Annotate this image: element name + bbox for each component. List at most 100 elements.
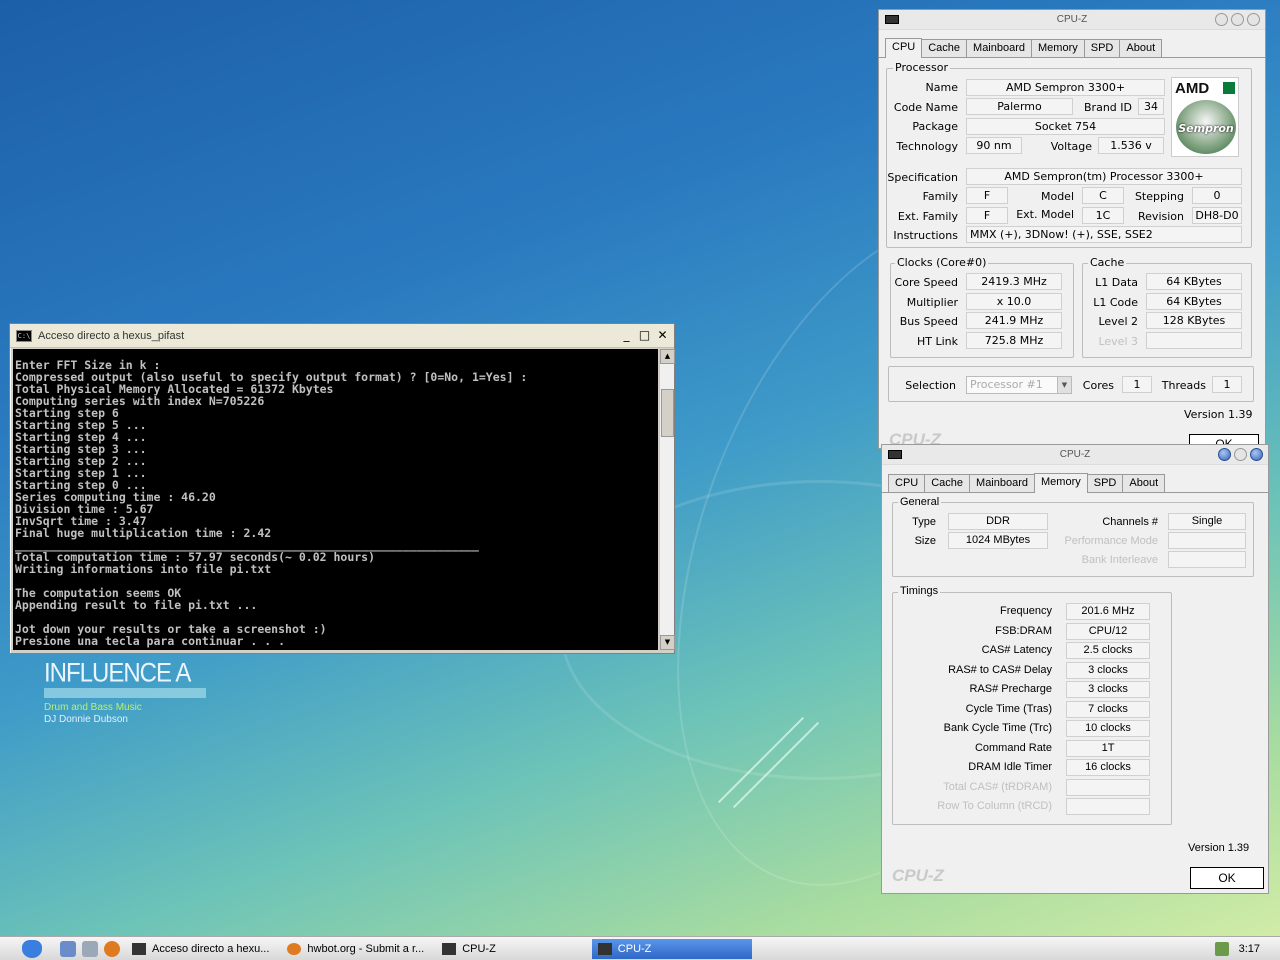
tab-cache[interactable]: Cache <box>921 39 968 57</box>
explorer-icon[interactable] <box>82 940 98 957</box>
wallpaper-subtitle: Drum and Bass Music <box>44 702 142 713</box>
tab-about[interactable]: About <box>1119 39 1163 57</box>
threads-value: 1 <box>1212 376 1242 393</box>
tab-cpu[interactable]: CPU <box>885 38 923 58</box>
cpuz-titlebar[interactable]: CPU-Z <box>882 445 1268 465</box>
console-icon[interactable]: C:\ <box>16 329 32 342</box>
timing-value: 1T <box>1066 739 1150 757</box>
scroll-up-arrow-icon[interactable]: ▲ <box>660 349 675 364</box>
timing-value: 2.5 clocks <box>1066 642 1150 659</box>
tab-about[interactable]: About <box>1122 474 1166 492</box>
minimize-button[interactable] <box>1218 448 1231 461</box>
close-button[interactable] <box>1247 13 1260 26</box>
close-button[interactable] <box>1250 448 1263 461</box>
taskbar: Acceso directo a hexu... hwbot.org - Sub… <box>0 936 1280 960</box>
codename-label: Code Name <box>893 101 958 114</box>
specification-label: Specification <box>887 171 958 184</box>
maximize-button[interactable]: □ <box>637 329 652 343</box>
tab-bar: CPU Cache Mainboard Memory SPD About <box>882 465 1268 493</box>
wallpaper-credit: DJ Donnie Dubson <box>44 714 128 725</box>
channels-label: Channels # <box>1102 516 1158 528</box>
clock[interactable]: 3:17 <box>1239 943 1260 955</box>
cpuz-icon <box>597 942 612 955</box>
performance-mode-value <box>1168 532 1246 549</box>
memory-type-label: Type <box>912 516 936 528</box>
multiplier-value: x 10.0 <box>966 293 1062 310</box>
ok-button[interactable]: OK <box>1190 867 1264 889</box>
model-label: Model <box>1040 190 1074 203</box>
ext-model-value: 1C <box>1082 207 1124 224</box>
multiplier-label: Multiplier <box>906 296 958 309</box>
group-title: General <box>898 496 942 508</box>
timing-value: 16 clocks <box>1066 759 1150 776</box>
cpuz-titlebar[interactable]: CPU-Z <box>879 10 1265 30</box>
taskbar-item-console[interactable]: Acceso directo a hexu... <box>126 939 275 959</box>
apple-start-icon[interactable] <box>22 939 42 958</box>
tab-spd[interactable]: SPD <box>1086 474 1124 492</box>
console-icon <box>132 942 146 955</box>
chevron-down-icon[interactable]: ▼ <box>1057 377 1071 393</box>
taskbar-item-cpuz[interactable]: CPU-Z <box>436 939 502 959</box>
timing-label: Cycle Time (Tras) <box>965 702 1052 715</box>
amd-logo-text: AMD <box>1175 80 1210 97</box>
wallpaper-title: INFLUENCE A <box>44 658 191 689</box>
ext-family-label: Ext. Family <box>897 210 958 223</box>
timing-label: FSB:DRAM <box>995 624 1052 637</box>
memory-size-value: 1024 MBytes <box>948 532 1048 549</box>
tab-cpu[interactable]: CPU <box>888 474 926 492</box>
minimize-button[interactable] <box>1215 13 1228 26</box>
cpu-name-value: AMD Sempron 3300+ <box>966 79 1165 96</box>
group-title: Clocks (Core#0) <box>895 256 989 269</box>
maximize-button[interactable] <box>1234 448 1247 461</box>
family-value: F <box>966 187 1008 204</box>
codename-value: Palermo <box>966 98 1073 115</box>
core-speed-label: Core Speed <box>894 276 958 289</box>
tab-cache[interactable]: Cache <box>924 474 971 492</box>
firefox-icon <box>287 942 302 955</box>
bus-speed-label: Bus Speed <box>899 315 958 328</box>
tab-memory[interactable]: Memory <box>1031 39 1085 57</box>
scroll-down-arrow-icon[interactable]: ▼ <box>660 635 675 650</box>
timing-value: CPU/12 <box>1066 622 1150 640</box>
ht-link-value: 725.8 MHz <box>966 332 1062 349</box>
firefox-icon[interactable] <box>104 940 120 957</box>
close-button[interactable]: ✕ <box>655 329 670 343</box>
sempron-logo-text: Sempron <box>1178 122 1234 135</box>
tab-spd[interactable]: SPD <box>1083 39 1121 57</box>
group-title: Processor <box>893 61 950 74</box>
tab-mainboard[interactable]: Mainboard <box>966 39 1033 57</box>
tab-mainboard[interactable]: Mainboard <box>969 474 1036 492</box>
console-scrollbar[interactable]: ▲ ▼ <box>659 349 675 650</box>
scrollbar-thumb[interactable] <box>661 389 674 437</box>
taskbar-item-label: CPU-Z <box>617 942 652 955</box>
taskbar-item-firefox[interactable]: hwbot.org - Submit a r... <box>281 939 430 959</box>
level2-label: Level 2 <box>1098 315 1138 328</box>
timing-value <box>1066 778 1150 796</box>
console-output[interactable]: Enter FFT Size in k : Compressed output … <box>13 349 658 650</box>
ext-model-label: Ext. Model <box>1016 208 1074 221</box>
l1-data-value: 64 KBytes <box>1146 273 1242 290</box>
show-desktop-icon[interactable] <box>60 940 76 957</box>
timing-label: Bank Cycle Time (Trc) <box>943 722 1052 734</box>
maximize-button[interactable] <box>1231 13 1244 26</box>
timing-label: RAS# to CAS# Delay <box>948 663 1052 676</box>
brandid-value: 34 <box>1138 98 1164 115</box>
quick-launch <box>60 940 120 957</box>
instructions-value: MMX (+), 3DNow! (+), SSE, SSE2 <box>966 226 1242 243</box>
network-icon[interactable] <box>1214 941 1229 956</box>
amd-arrow-icon <box>1223 82 1235 94</box>
processor-selection-dropdown[interactable]: Processor #1 ▼ <box>966 376 1072 394</box>
cpuz-window-memory[interactable]: CPU-Z CPU Cache Mainboard Memory SPD Abo… <box>881 444 1269 894</box>
bank-interleave-value <box>1168 551 1246 568</box>
timing-label: Row To Column (tRCD) <box>937 800 1052 812</box>
timing-value <box>1066 798 1150 815</box>
window-title: CPU-Z <box>1059 449 1091 460</box>
console-window[interactable]: C:\ Acceso directo a hexus_pifast _ □ ✕ … <box>9 323 675 654</box>
minimize-button[interactable]: _ <box>619 329 634 343</box>
console-titlebar[interactable]: C:\ Acceso directo a hexus_pifast _ □ ✕ <box>10 324 674 348</box>
timing-label: Total CAS# (tRDRAM) <box>943 780 1052 793</box>
taskbar-item-cpuz-active[interactable]: CPU-Z <box>591 938 752 959</box>
cores-value: 1 <box>1122 376 1152 393</box>
cores-label: Cores <box>1082 379 1114 392</box>
tab-memory[interactable]: Memory <box>1034 473 1088 493</box>
